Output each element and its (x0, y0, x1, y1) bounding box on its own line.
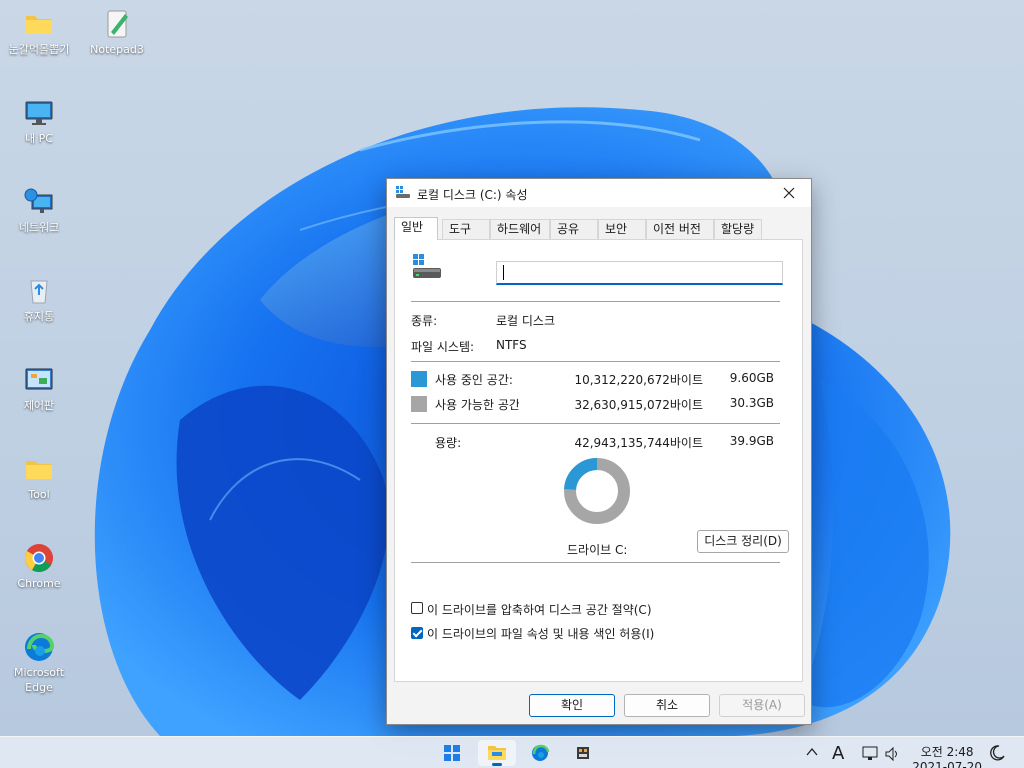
network-status-icon[interactable] (862, 746, 880, 762)
tab-sharing[interactable]: 공유 (550, 219, 598, 239)
drive-label: 드라이브 C: (567, 543, 628, 557)
taskbar-app[interactable] (564, 740, 602, 766)
divider (411, 301, 780, 302)
taskbar-file-explorer[interactable] (478, 740, 516, 766)
free-space-size: 30.3GB (729, 396, 774, 410)
free-space-label: 사용 가능한 공간: (435, 398, 519, 412)
tab-general[interactable]: 일반 (394, 217, 438, 240)
desktop-icon-label: Chrome (17, 577, 61, 590)
ok-button[interactable]: 확인 (529, 694, 615, 717)
index-drive-label[interactable]: 이 드라이브의 파일 속성 및 내용 색인 허용(I) (427, 625, 654, 642)
type-value: 로컬 디스크 (496, 314, 556, 328)
tray-clock[interactable]: 오전 2:48 2021-07-20 (912, 745, 982, 768)
tab-tools[interactable]: 도구 (442, 219, 490, 239)
drive-icon (413, 254, 441, 278)
desktop-icon-label: 내 PC (25, 132, 53, 145)
start-button[interactable] (433, 740, 471, 766)
title-bar[interactable]: 로컬 디스크 (C:) 속성 (387, 179, 811, 207)
close-icon (783, 187, 795, 199)
desktop-icon-notepad3[interactable]: Notepad3 (78, 8, 156, 57)
text-caret (503, 265, 504, 280)
disk-usage-donut (564, 458, 630, 524)
desktop-icon-label: 휴지통 (23, 310, 55, 323)
volume-name-input[interactable] (496, 261, 783, 285)
volume-icon[interactable] (884, 746, 902, 762)
index-drive-checkbox[interactable] (411, 627, 423, 639)
divider (411, 361, 780, 362)
folder-icon (23, 8, 55, 40)
edge-icon (23, 631, 55, 663)
general-tab-panel: 종류: 로컬 디스크 파일 시스템: NTFS 사용 중인 공간: 10,312… (394, 239, 803, 682)
desktop-icon-label: Notepad3 (90, 43, 144, 56)
file-system-value: NTFS (496, 338, 527, 352)
desktop-icon-label: 제어판 (23, 399, 55, 412)
used-space-bytes: 10,312,220,672바이트 (574, 373, 703, 387)
desktop: 눈갈먹몰뽑기 Notepad3 내 PC 네트워크 휴지통 제어판 Tool C… (0, 0, 1024, 768)
capacity-label: 용량: (435, 436, 462, 450)
folder-icon (23, 453, 55, 485)
computer-icon (23, 97, 55, 129)
taskbar-edge[interactable] (521, 740, 559, 766)
desktop-icon-chrome[interactable]: Chrome (0, 542, 78, 591)
desktop-icon-label: 눈갈먹몰뽑기 (8, 43, 70, 56)
input-indicator[interactable]: A (832, 743, 844, 764)
divider (411, 423, 780, 424)
used-space-swatch (411, 371, 427, 387)
tab-quota[interactable]: 할당량 (714, 219, 762, 239)
drive-icon (396, 186, 410, 198)
used-space-label: 사용 중인 공간: (435, 373, 513, 387)
control-panel-icon (23, 364, 55, 396)
chevron-up-icon[interactable] (806, 745, 818, 759)
clock-date: 2021-07-20 (912, 760, 982, 768)
desktop-icon-label: 네트워크 (18, 221, 60, 234)
desktop-icon-network[interactable]: 네트워크 (0, 186, 78, 235)
desktop-icon-label: Microsoft Edge (13, 666, 65, 694)
desktop-icon-label: Tool (28, 488, 50, 501)
type-label: 종류: (411, 314, 438, 328)
desktop-icon-control-panel[interactable]: 제어판 (0, 364, 78, 413)
tab-security[interactable]: 보안 (598, 219, 646, 239)
divider (411, 562, 780, 563)
capacity-size: 39.9GB (729, 434, 774, 448)
file-system-label: 파일 시스템: (411, 340, 475, 354)
moon-icon[interactable] (988, 744, 1006, 762)
free-space-swatch (411, 396, 427, 412)
desktop-icon-edge[interactable]: Microsoft Edge (0, 631, 78, 695)
running-indicator (492, 763, 502, 766)
network-icon (23, 186, 55, 218)
dialog-title: 로컬 디스크 (C:) 속성 (417, 188, 528, 202)
edge-icon (532, 744, 550, 761)
free-space-bytes: 32,630,915,072바이트 (574, 398, 703, 412)
tab-hardware[interactable]: 하드웨어 (490, 219, 550, 239)
compress-drive-label[interactable]: 이 드라이브를 압축하여 디스크 공간 절약(C) (427, 601, 652, 618)
desktop-icon-tool-folder[interactable]: Tool (0, 453, 78, 502)
desktop-icon-recycle-bin[interactable]: 휴지통 (0, 275, 78, 324)
properties-dialog: 로컬 디스크 (C:) 속성 일반 도구 하드웨어 공유 보안 이전 버전 할당… (386, 178, 812, 725)
start-icon (444, 745, 460, 761)
clock-time: 오전 2:48 (920, 745, 974, 759)
apply-button[interactable]: 적용(A) (719, 694, 805, 717)
capacity-bytes: 42,943,135,744바이트 (574, 436, 703, 450)
taskbar: A 오전 2:48 2021-07-20 (0, 736, 1024, 768)
tab-previous-versions[interactable]: 이전 버전 (646, 219, 714, 239)
disk-cleanup-button[interactable]: 디스크 정리(D) (697, 530, 789, 553)
used-space-size: 9.60GB (729, 371, 774, 385)
notepad-icon (101, 8, 133, 40)
app-icon (577, 747, 589, 759)
desktop-icon-game-folder[interactable]: 눈갈먹몰뽑기 (0, 8, 78, 57)
compress-drive-checkbox[interactable] (411, 602, 423, 614)
close-button[interactable] (767, 179, 811, 207)
chrome-icon (23, 542, 55, 574)
desktop-icon-this-pc[interactable]: 내 PC (0, 97, 78, 146)
cancel-button[interactable]: 취소 (624, 694, 710, 717)
recycle-bin-icon (23, 275, 55, 307)
